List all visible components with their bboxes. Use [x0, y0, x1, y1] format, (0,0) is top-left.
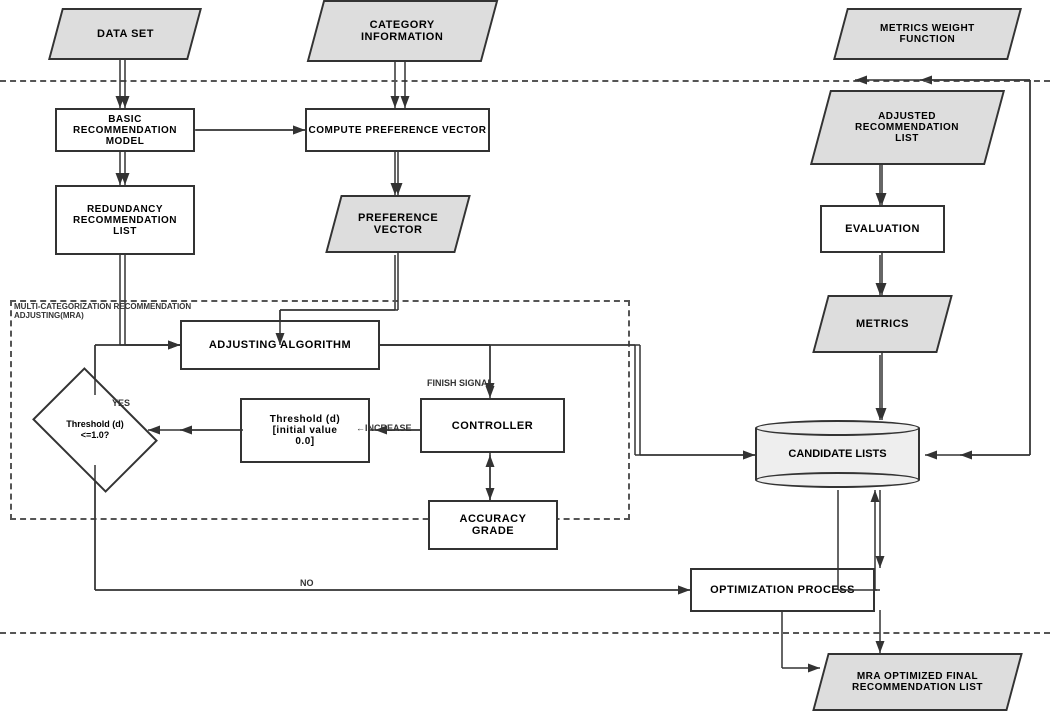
preference-vector-node: PREFERENCE VECTOR	[325, 195, 471, 253]
no-label: NO	[300, 578, 314, 588]
adjusted-rec-node: ADJUSTED RECOMMENDATION LIST	[810, 90, 1005, 165]
controller-node: CONTROLLER	[420, 398, 565, 453]
mra-final-node: MRA OPTIMIZED FINAL RECOMMENDATION LIST	[812, 653, 1023, 711]
metrics-node: METRICS	[812, 295, 953, 353]
evaluation-node: EVALUATION	[820, 205, 945, 253]
flowchart-diagram: DATA SET CATEGORY INFORMATION METRICS WE…	[0, 0, 1050, 721]
basic-rec-model-node: BASIC RECOMMENDATION MODEL	[55, 108, 195, 152]
redundancy-rec-node: REDUNDANCY RECOMMENDATION LIST	[55, 185, 195, 255]
candidate-lists-node: CANDIDATE LISTS	[755, 420, 920, 488]
mra-label: MULTI-CATEGORIZATION RECOMMENDATIONADJUS…	[14, 302, 191, 320]
dataset-node: DATA SET	[48, 8, 202, 60]
threshold-node: Threshold (d) [initial value 0.0]	[240, 398, 370, 463]
finish-signal-label: FINISH SIGNAL	[427, 378, 493, 388]
compute-pref-node: COMPUTE PREFERENCE VECTOR	[305, 108, 490, 152]
accuracy-grade-node: ACCURACY GRADE	[428, 500, 558, 550]
optimization-node: OPTIMIZATION PROCESS	[690, 568, 875, 612]
adjusting-algo-node: ADJUSTING ALGORITHM	[180, 320, 380, 370]
category-info-node: CATEGORY INFORMATION	[307, 0, 499, 62]
yes-label: YES	[112, 398, 130, 408]
increase-label: ←INCREASE	[356, 423, 412, 433]
dashed-line-top	[0, 80, 1050, 82]
dashed-line-bottom	[0, 632, 1050, 634]
metrics-weight-node: METRICS WEIGHT FUNCTION	[833, 8, 1022, 60]
